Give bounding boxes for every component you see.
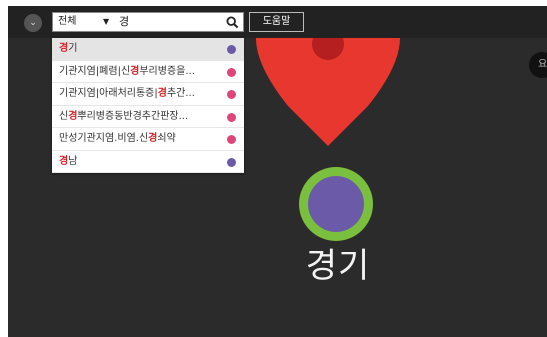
status-dot — [227, 45, 236, 54]
region-marker-center — [308, 176, 364, 232]
list-item[interactable]: 만성기관지염.비염.신경쇠약 — [52, 128, 244, 151]
status-dot — [227, 157, 236, 167]
chevron-down-icon[interactable]: ⌄ — [24, 14, 42, 32]
autocomplete-dropdown: 경기 기관지염|폐렴|신경부리병증을... 기관지염|아래처리통증|경추간...… — [52, 38, 244, 173]
list-item[interactable]: 기관지염|폐렴|신경부리병증을... — [52, 61, 244, 83]
search-box: 전체 ▼ 경 — [52, 12, 244, 32]
search-icon[interactable] — [226, 16, 239, 29]
select-arrow-icon: ▼ — [103, 17, 110, 26]
app-window: 경기 ⌄ 전체 ▼ 경 도움말 요 경기 기관지염|폐렴|신경부리병증을... … — [8, 6, 547, 337]
list-item[interactable]: 경기 — [52, 38, 244, 61]
region-label: 경기 — [305, 246, 371, 286]
status-dot — [227, 90, 236, 99]
list-item[interactable]: 기관지염|아래처리통증|경추간... — [52, 83, 244, 106]
status-dot — [227, 135, 236, 144]
help-button[interactable]: 도움말 — [249, 12, 304, 32]
list-item[interactable]: 경남 — [52, 151, 244, 173]
category-select-value: 전체 — [58, 16, 77, 27]
status-dot — [227, 67, 236, 77]
search-input[interactable]: 경 — [119, 13, 219, 31]
list-item[interactable]: 신경뿌리병증동반경추간판장... — [52, 106, 244, 128]
top-bar: ⌄ 전체 ▼ 경 도움말 — [8, 6, 547, 38]
status-dot — [227, 112, 236, 122]
